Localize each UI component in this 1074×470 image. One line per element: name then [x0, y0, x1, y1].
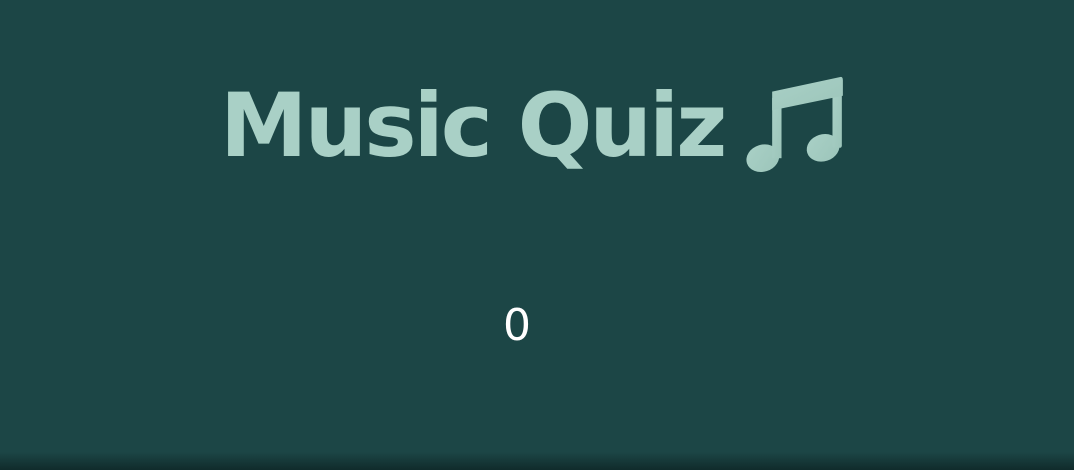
page-title: Music Quiz [220, 74, 727, 177]
header: Music Quiz [220, 66, 846, 186]
score-value: 0 [503, 300, 531, 351]
bottom-edge-shadow [0, 452, 1074, 470]
quiz-screen: Music Quiz 0 [0, 0, 1074, 470]
music-note-icon [746, 76, 844, 173]
